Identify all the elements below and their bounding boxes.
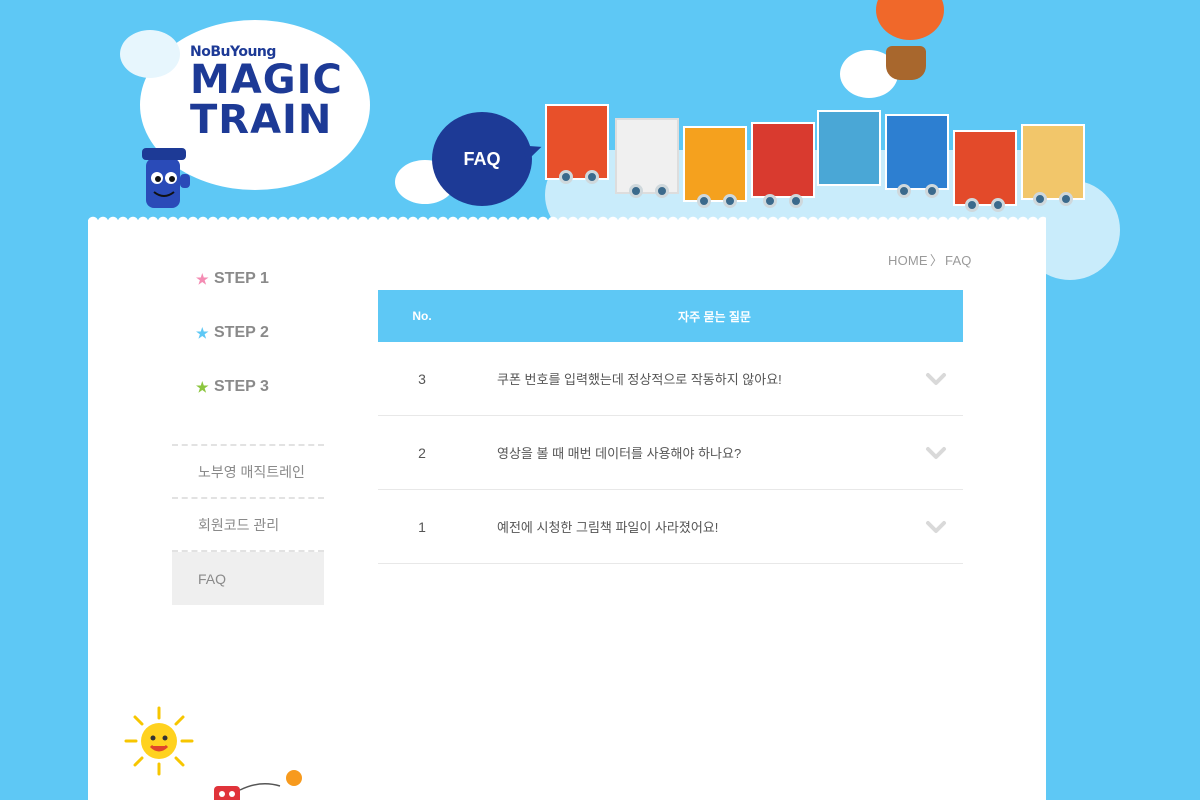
faq-row[interactable]: 2 영상을 볼 때 매번 데이터를 사용해야 하나요? — [378, 416, 963, 490]
faq-row[interactable]: 1 예전에 시청한 그림책 파일이 사라졌어요! — [378, 490, 963, 564]
train-wheel — [897, 184, 911, 198]
logo-line-1: MAGIC — [190, 57, 343, 103]
train-wheel — [559, 170, 573, 184]
faq-row-question: 영상을 볼 때 매번 데이터를 사용해야 하나요? — [497, 446, 742, 461]
logo[interactable]: NoBuYoung MAGIC TRAIN — [190, 44, 343, 143]
book-cover — [545, 104, 609, 180]
train-wheel — [991, 198, 1005, 212]
train-wheel — [697, 194, 711, 208]
faq-bubble-label: FAQ — [463, 148, 501, 169]
header-question: 자주 묻는 질문 — [678, 309, 751, 324]
faq-row-question: 쿠폰 번호를 입력했는데 정상적으로 작동하지 않아요! — [497, 372, 782, 387]
sidebar-nav: ★ STEP 1 ★ STEP 2 ★ STEP 3 노부영 매직트레인 회원코… — [172, 252, 324, 605]
breadcrumb-separator: 〉 — [929, 253, 944, 268]
sidebar-item-magic-train[interactable]: 노부영 매직트레인 — [172, 446, 324, 499]
book-cover — [1021, 124, 1085, 200]
train-wheel — [789, 194, 803, 208]
faq-table-header: No. 자주 묻는 질문 — [378, 290, 963, 342]
faq-row-number: 1 — [418, 518, 426, 535]
chevron-down-icon[interactable] — [925, 368, 947, 390]
faq-row-number: 2 — [418, 444, 426, 461]
train-wheel — [723, 194, 737, 208]
book-cover — [683, 126, 747, 202]
robot-mascot-icon — [214, 770, 302, 800]
chevron-down-icon[interactable] — [925, 442, 947, 464]
logo-line-2: TRAIN — [190, 97, 333, 143]
train-wheel — [763, 194, 777, 208]
logo-cloud-part — [120, 30, 180, 78]
book-cover — [615, 118, 679, 194]
faq-table: No. 자주 묻는 질문 3 쿠폰 번호를 입력했는데 정상적으로 작동하지 않… — [378, 290, 963, 564]
train-wheel — [1033, 192, 1047, 206]
train-wheel — [1059, 192, 1073, 206]
train-wheel — [925, 184, 939, 198]
book-cover — [751, 122, 815, 198]
sidebar-item-faq[interactable]: FAQ — [172, 552, 324, 605]
train-wheel — [629, 184, 643, 198]
breadcrumb-current: FAQ — [945, 253, 972, 268]
hot-air-balloon — [876, 0, 944, 40]
star-icon: ★ — [196, 324, 209, 341]
train-wheel — [965, 198, 979, 212]
star-icon: ★ — [196, 270, 209, 287]
conductor-mascot — [142, 148, 190, 208]
sidebar-step-2[interactable]: ★ STEP 2 — [172, 306, 324, 360]
train-wheel — [585, 170, 599, 184]
chevron-down-icon[interactable] — [925, 516, 947, 538]
book-cover — [817, 110, 881, 186]
sidebar-item-member-code[interactable]: 회원코드 관리 — [172, 499, 324, 552]
book-cover — [885, 114, 949, 190]
sidebar-step-3[interactable]: ★ STEP 3 — [172, 360, 324, 414]
header-no: No. — [412, 309, 432, 323]
faq-row-question: 예전에 시청한 그림책 파일이 사라졌어요! — [497, 520, 719, 535]
sun-mascot-icon — [124, 706, 194, 776]
faq-row-number: 3 — [418, 370, 426, 387]
book-cover — [953, 130, 1017, 206]
faq-bubble: FAQ — [432, 112, 532, 206]
faq-row[interactable]: 3 쿠폰 번호를 입력했는데 정상적으로 작동하지 않아요! — [378, 342, 963, 416]
balloon-basket — [886, 46, 926, 80]
breadcrumb-home[interactable]: HOME — [888, 253, 928, 268]
sidebar-step-1[interactable]: ★ STEP 1 — [172, 252, 324, 306]
train-wheel — [655, 184, 669, 198]
breadcrumb: HOME 〉 FAQ — [888, 250, 972, 269]
star-icon: ★ — [196, 378, 209, 395]
